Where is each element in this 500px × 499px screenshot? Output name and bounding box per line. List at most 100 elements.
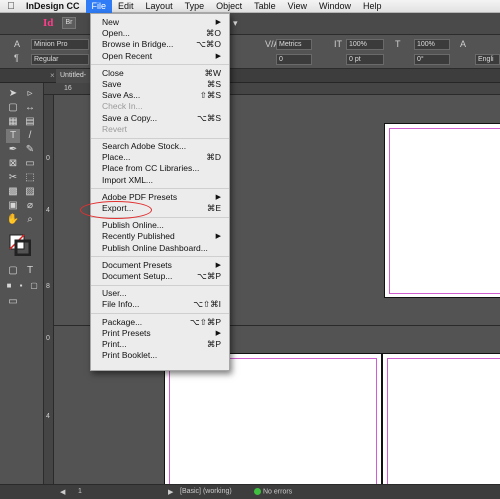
selection-tool-icon[interactable]: ➤: [6, 87, 20, 101]
menu-item-label: Close: [102, 67, 124, 78]
rectangle-frame-tool-icon[interactable]: ⊠: [6, 157, 20, 171]
menu-item-publish-online[interactable]: Publish Online...: [91, 220, 229, 231]
menu-item-document-presets[interactable]: Document Presets ▶: [91, 260, 229, 271]
menu-item-file-info[interactable]: File Info... ⌥⇧⌘I: [91, 299, 229, 310]
close-icon[interactable]: ×: [50, 71, 55, 80]
apply-none-icon[interactable]: ▢: [27, 279, 41, 293]
menu-item-user[interactable]: User...: [91, 288, 229, 299]
type-tool-icon[interactable]: T: [6, 129, 20, 143]
language-field[interactable]: Engli: [475, 54, 500, 65]
content-placer-icon[interactable]: ▤: [23, 115, 37, 129]
menu-view[interactable]: View: [282, 0, 313, 13]
horizontal-scale-field[interactable]: 100%: [414, 39, 450, 50]
menu-item-print-booklet[interactable]: Print Booklet...: [91, 350, 229, 361]
note-tool-icon[interactable]: ▣: [6, 199, 20, 213]
menu-item-package[interactable]: Package... ⌥⇧⌘P: [91, 317, 229, 328]
menu-item-shortcut: ⌥⌘O: [196, 39, 221, 50]
menu-item-recently-published[interactable]: Recently Published ▶: [91, 231, 229, 242]
direct-selection-tool-icon[interactable]: ▹: [23, 87, 37, 101]
menu-item-open-recent[interactable]: Open Recent ▶: [91, 51, 229, 62]
menu-window[interactable]: Window: [313, 0, 357, 13]
free-transform-tool-icon[interactable]: ⬚: [23, 171, 37, 185]
preflight-status[interactable]: No errors: [254, 488, 292, 495]
menu-separator: [91, 188, 229, 190]
gap-tool-icon[interactable]: ↔: [23, 101, 37, 115]
font-family-field[interactable]: Minion Pro: [31, 39, 89, 50]
line-tool-icon[interactable]: /: [23, 129, 37, 143]
scissors-tool-icon[interactable]: ✂: [6, 171, 20, 185]
eyedropper-tool-icon[interactable]: ⌀: [23, 199, 37, 213]
menu-item-print[interactable]: Print... ⌘P: [91, 339, 229, 350]
formatting-container-icon[interactable]: ▢: [6, 264, 20, 278]
document-page[interactable]: [382, 353, 500, 493]
character-formatting-icon[interactable]: A: [14, 39, 20, 49]
screen-mode-icon[interactable]: ▭: [6, 295, 20, 309]
page-tool-icon[interactable]: ▢: [6, 101, 20, 115]
menu-item-place-from-cc-libraries[interactable]: Place from CC Libraries...: [91, 163, 229, 174]
formatting-text-icon[interactable]: T: [23, 264, 37, 278]
menu-type[interactable]: Type: [179, 0, 211, 13]
view-options-icon[interactable]: ▾: [233, 18, 245, 28]
zoom-tool-icon[interactable]: ⌕: [23, 213, 37, 227]
content-collector-icon[interactable]: ▦: [6, 115, 20, 129]
tracking-field[interactable]: 0: [276, 54, 312, 65]
menu-item-print-presets[interactable]: Print Presets ▶: [91, 328, 229, 339]
menu-item-close[interactable]: Close ⌘W: [91, 68, 229, 79]
next-page-button[interactable]: ▶: [168, 488, 173, 496]
menu-item-label: Place...: [102, 152, 131, 163]
menu-item-save[interactable]: Save ⌘S: [91, 79, 229, 90]
vertical-ruler: 0 4 8 0 4: [44, 95, 54, 484]
kerning-field[interactable]: Metrics: [276, 39, 312, 50]
page-number-field[interactable]: 1: [78, 488, 82, 495]
hand-tool-icon[interactable]: ✋: [6, 213, 20, 227]
menu-item-browse-in-bridge[interactable]: Browse in Bridge... ⌥⌘O: [91, 39, 229, 50]
menu-separator: [91, 137, 229, 139]
menu-item-save-a-copy[interactable]: Save a Copy... ⌥⌘S: [91, 113, 229, 124]
menu-object[interactable]: Object: [210, 0, 248, 13]
menu-item-publish-online-dashboard[interactable]: Publish Online Dashboard...: [91, 243, 229, 254]
pen-tool-icon[interactable]: ✒: [6, 143, 20, 157]
gradient-tool-icon[interactable]: ▩: [6, 185, 20, 199]
menu-item-new[interactable]: New ▶: [91, 17, 229, 28]
paragraph-formatting-icon[interactable]: ¶: [14, 53, 19, 63]
menu-layout[interactable]: Layout: [140, 0, 179, 13]
menu-help[interactable]: Help: [357, 0, 388, 13]
menu-bar:  InDesign CC File Edit Layout Type Obje…: [0, 0, 500, 13]
submenu-arrow-icon: ▶: [215, 52, 221, 60]
vertical-scale-field[interactable]: 100%: [346, 39, 384, 50]
menu-edit[interactable]: Edit: [112, 0, 140, 13]
app-menu[interactable]: InDesign CC: [22, 0, 86, 13]
menu-item-shortcut: ⌥⇧⌘I: [193, 299, 221, 310]
ruler-label: 0: [46, 155, 50, 162]
apply-gradient-icon[interactable]: ▪: [14, 279, 28, 293]
ruler-label: 4: [46, 207, 50, 214]
menu-table[interactable]: Table: [248, 0, 282, 13]
menu-item-document-setup[interactable]: Document Setup... ⌥⌘P: [91, 271, 229, 282]
bridge-button[interactable]: Br: [62, 17, 76, 29]
font-style-field[interactable]: Regular: [31, 54, 89, 65]
menu-item-shortcut: ⌘P: [206, 339, 221, 349]
menu-item-search-adobe-stock[interactable]: Search Adobe Stock...: [91, 141, 229, 152]
apple-icon[interactable]: : [0, 1, 22, 12]
tools-panel: ➤ ▹ ▢ ↔ ▦ ▤ T / ✒ ✎ ⊠ ▭ ✂ ⬚ ▩ ▨ ▣ ⌀ ✋ ⌕ …: [0, 83, 44, 484]
skew-field[interactable]: 0°: [414, 54, 450, 65]
document-page[interactable]: [384, 123, 500, 298]
menu-separator: [91, 64, 229, 66]
menu-item-shortcut: ⌥⇧⌘P: [189, 316, 221, 327]
menu-item-label: Check In...: [102, 101, 143, 112]
gradient-feather-tool-icon[interactable]: ▨: [23, 185, 37, 199]
menu-item-save-as[interactable]: Save As... ⇧⌘S: [91, 90, 229, 101]
menu-item-place[interactable]: Place... ⌘D: [91, 152, 229, 163]
menu-item-open[interactable]: Open... ⌘O: [91, 28, 229, 39]
baseline-shift-field[interactable]: 0 pt: [346, 54, 384, 65]
fill-stroke-swatch-icon[interactable]: [9, 234, 32, 257]
menu-file[interactable]: File: [85, 0, 113, 13]
previous-page-button[interactable]: ◀: [60, 488, 65, 496]
document-page[interactable]: [164, 353, 382, 493]
menu-item-label: Place from CC Libraries...: [102, 163, 200, 174]
menu-item-import-xml[interactable]: Import XML...: [91, 175, 229, 186]
preflight-profile[interactable]: [Basic] (working): [180, 488, 232, 495]
pencil-tool-icon[interactable]: ✎: [23, 143, 37, 157]
character-style-icon[interactable]: A: [460, 39, 466, 49]
rectangle-tool-icon[interactable]: ▭: [23, 157, 37, 171]
